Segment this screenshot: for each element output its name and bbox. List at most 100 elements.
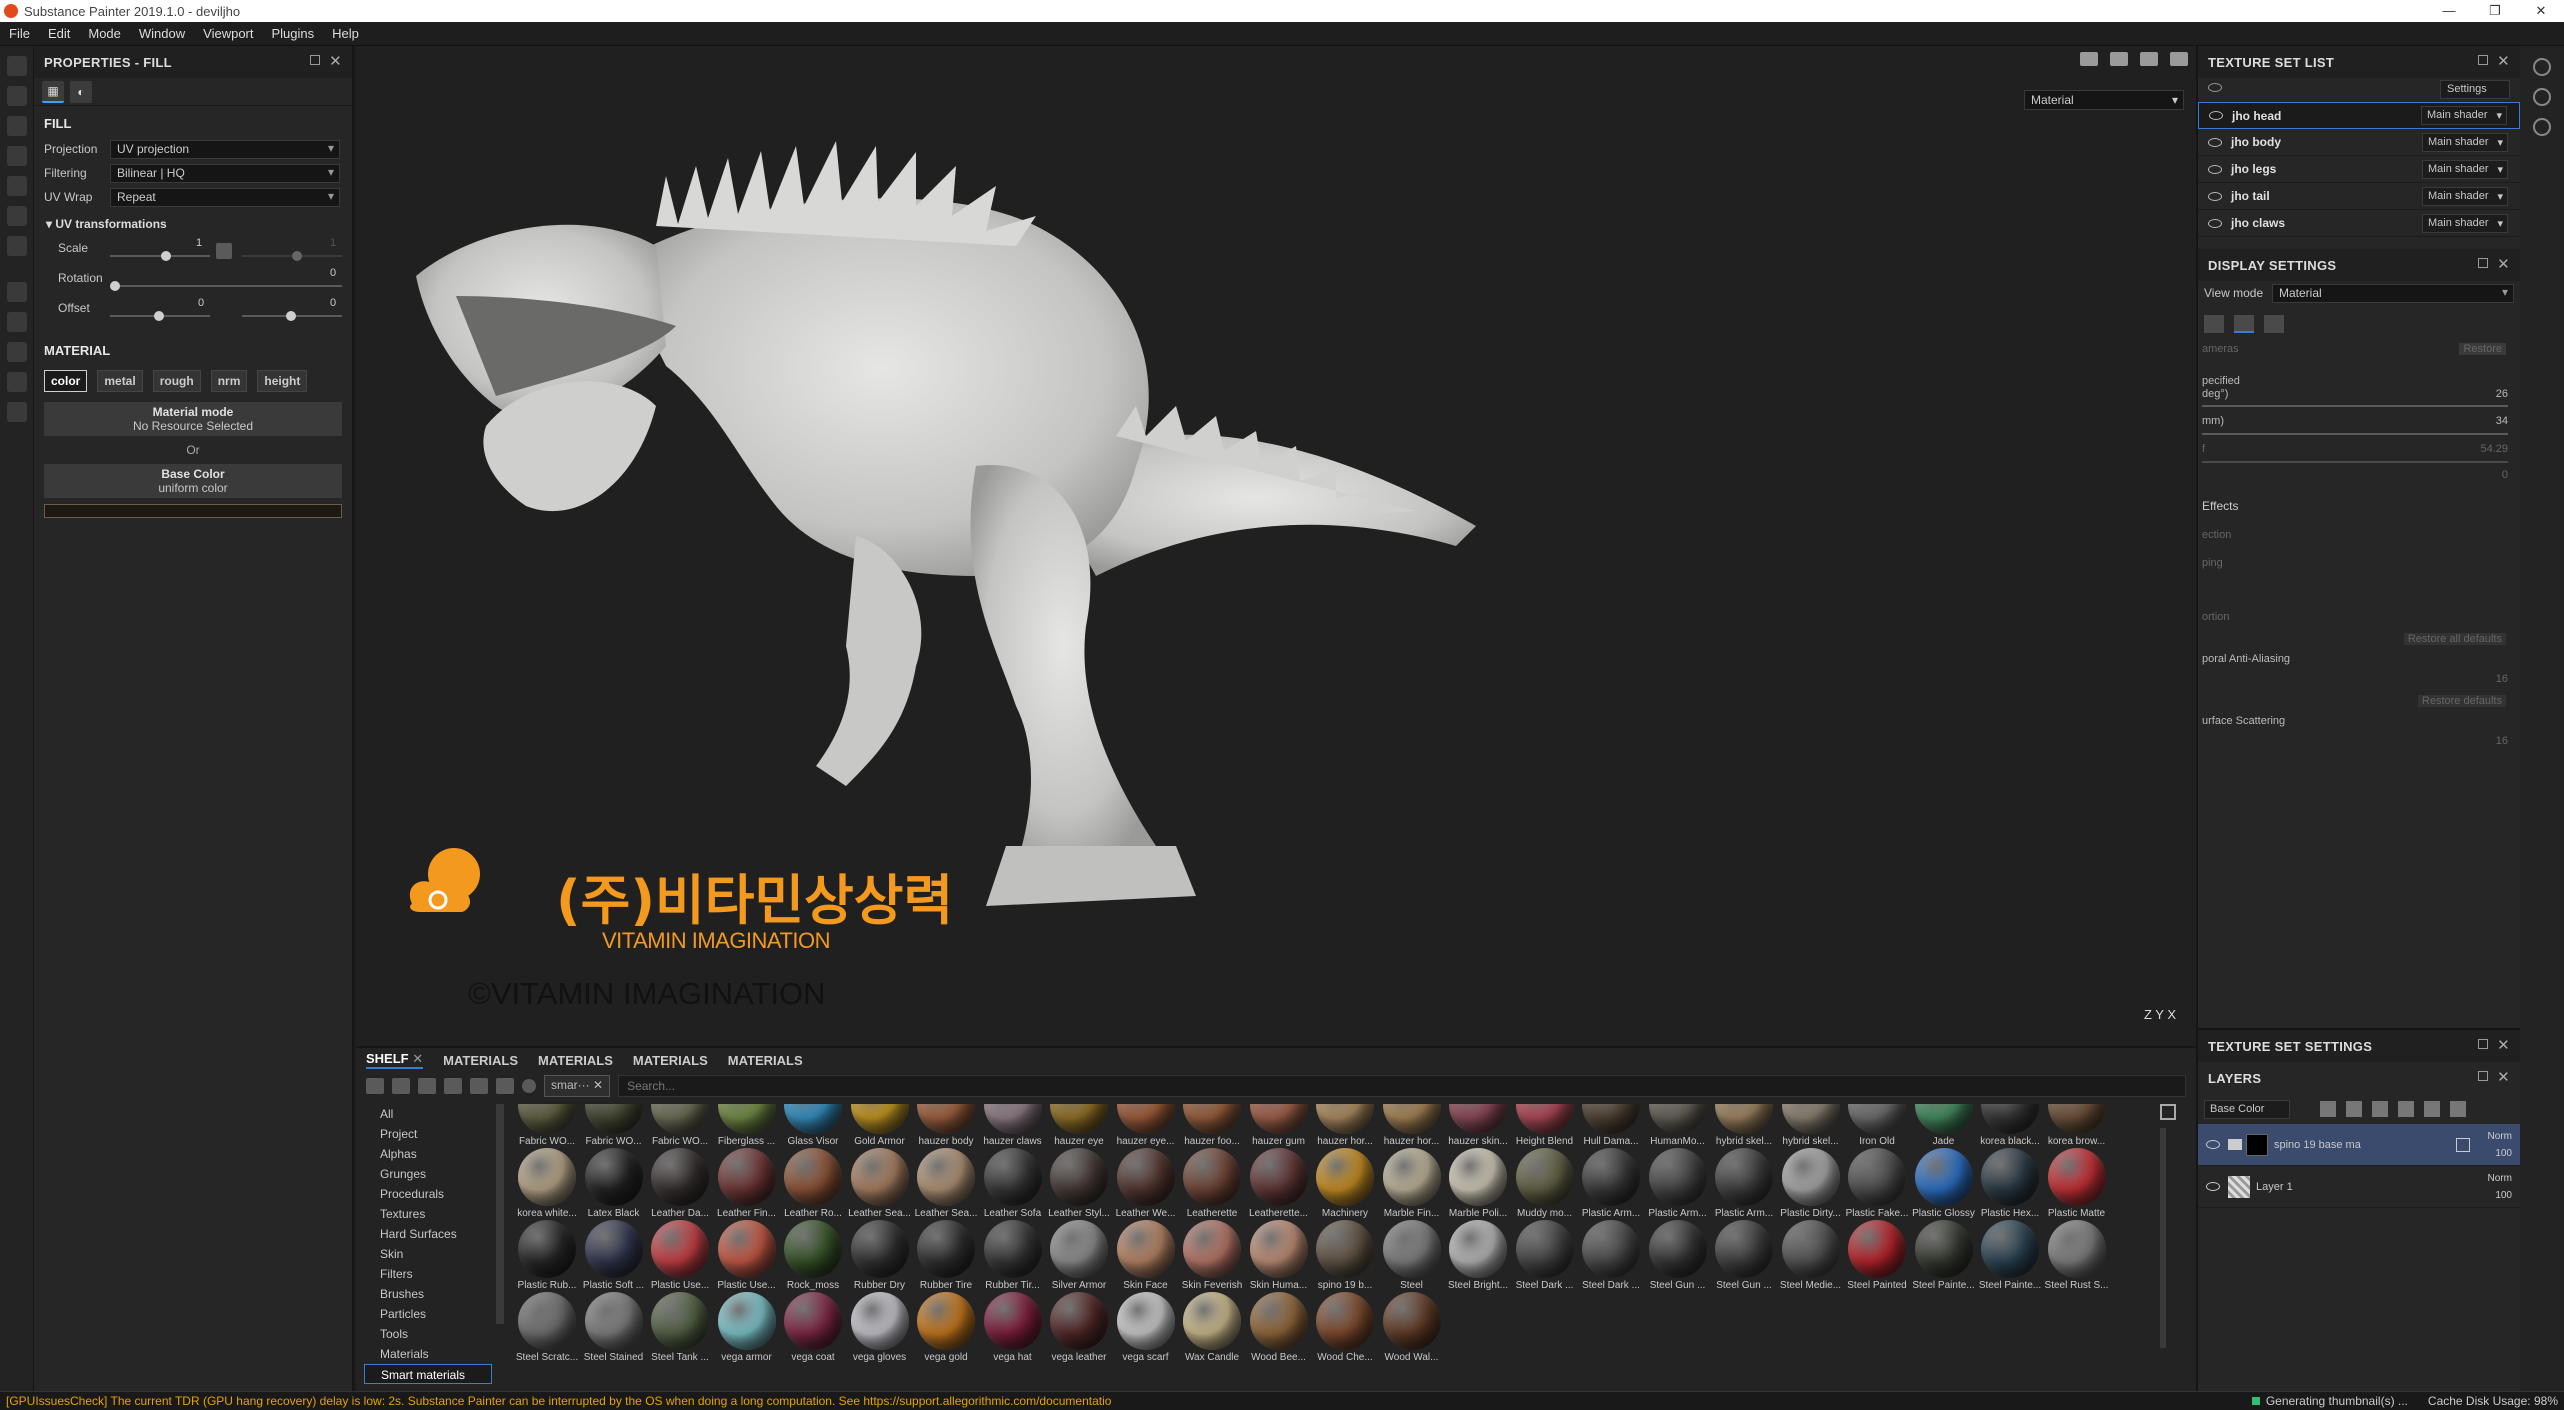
menu-mode[interactable]: Mode bbox=[79, 26, 130, 41]
view-mode-select[interactable]: Material bbox=[2272, 283, 2514, 303]
shelf-category-item[interactable]: Grunges bbox=[364, 1164, 492, 1184]
material-thumbnail[interactable]: Steel Gun ... bbox=[1645, 1220, 1711, 1291]
close-icon[interactable]: ✕ bbox=[412, 1051, 423, 1066]
export-icon[interactable] bbox=[7, 372, 27, 392]
shader-select[interactable]: Main shader bbox=[2422, 159, 2508, 179]
restore-all-defaults-button[interactable]: Restore all defaults bbox=[2403, 633, 2506, 645]
color-picker-icon[interactable] bbox=[7, 236, 27, 256]
smudge-icon[interactable] bbox=[7, 176, 27, 196]
material-thumbnail[interactable]: Leather We... bbox=[1113, 1148, 1179, 1219]
material-thumbnail[interactable]: hauzer body bbox=[913, 1104, 979, 1147]
camera-icon[interactable] bbox=[2140, 52, 2158, 66]
material-thumbnail[interactable]: spino 19 b... bbox=[1312, 1220, 1378, 1291]
filter-icon[interactable] bbox=[496, 1078, 514, 1094]
material-thumbnail[interactable]: Plastic Use... bbox=[714, 1220, 780, 1291]
material-thumbnail[interactable]: Steel Painte... bbox=[1911, 1220, 1977, 1291]
shelf-category-item[interactable]: Brushes bbox=[364, 1284, 492, 1304]
material-thumbnail[interactable]: vega hat bbox=[980, 1292, 1046, 1363]
material-thumbnail[interactable]: hybrid skel... bbox=[1778, 1104, 1844, 1147]
shelf-category-item[interactable]: Tools bbox=[364, 1324, 492, 1344]
material-thumbnail[interactable]: Plastic Use... bbox=[647, 1220, 713, 1291]
material-thumbnail[interactable]: Rubber Tir... bbox=[980, 1220, 1046, 1291]
lock-icon[interactable] bbox=[216, 243, 232, 259]
uvwrap-select[interactable]: Repeat bbox=[110, 187, 340, 207]
material-thumbnail[interactable]: Fabric WO... bbox=[514, 1104, 580, 1147]
import-icon[interactable] bbox=[470, 1078, 488, 1094]
material-thumbnail[interactable]: Marble Fin... bbox=[1379, 1148, 1445, 1219]
settings-gear-icon[interactable] bbox=[7, 402, 27, 422]
restore-defaults-button[interactable]: Restore defaults bbox=[2417, 695, 2506, 707]
material-thumbnail[interactable]: Height Blend bbox=[1512, 1104, 1578, 1147]
close-icon[interactable]: ✕ bbox=[329, 52, 342, 70]
screenshot-icon[interactable] bbox=[2170, 52, 2188, 66]
active-filter-chip[interactable]: smar··· ✕ bbox=[544, 1075, 611, 1097]
material-thumbnail[interactable]: Plastic Arm... bbox=[1645, 1148, 1711, 1219]
undock-icon[interactable] bbox=[2478, 1071, 2488, 1081]
base-color-slot[interactable]: Base Color uniform color bbox=[44, 464, 342, 498]
rotation-value[interactable]: 0 bbox=[330, 267, 336, 279]
material-thumbnail[interactable]: Iron Old bbox=[1844, 1104, 1910, 1147]
settings-button[interactable]: Settings bbox=[2440, 80, 2510, 99]
shelf-category-item[interactable]: Particles bbox=[364, 1304, 492, 1324]
material-thumbnail[interactable]: Plastic Arm... bbox=[1711, 1148, 1777, 1219]
eye-icon[interactable] bbox=[2208, 191, 2222, 201]
material-thumbnail[interactable]: korea black... bbox=[1977, 1104, 2043, 1147]
offset-value-u[interactable]: 0 bbox=[198, 297, 204, 309]
shelf-category-item[interactable]: Hard Surfaces bbox=[364, 1224, 492, 1244]
material-thumbnail[interactable]: vega gold bbox=[913, 1292, 979, 1363]
material-thumbnail[interactable]: Machinery bbox=[1312, 1148, 1378, 1219]
shelf-category-item[interactable]: Procedurals bbox=[364, 1184, 492, 1204]
undock-icon[interactable] bbox=[310, 55, 320, 65]
offset-value-v[interactable]: 0 bbox=[330, 297, 336, 309]
texture-set-row[interactable]: jho claws Main shader bbox=[2198, 210, 2520, 237]
material-thumbnail[interactable]: Skin Face bbox=[1113, 1220, 1179, 1291]
layer-opacity[interactable]: 100 bbox=[2488, 1187, 2512, 1204]
material-thumbnail[interactable]: Rubber Dry bbox=[847, 1220, 913, 1291]
viewport[interactable]: Material (주)비타민상상력 VITAMIN IMAGINATION ©… bbox=[356, 46, 2196, 1046]
material-thumbnail[interactable]: Rock_moss bbox=[780, 1220, 846, 1291]
material-thumbnail[interactable]: Leatherette bbox=[1179, 1148, 1245, 1219]
material-thumbnail[interactable]: hauzer claws bbox=[980, 1104, 1046, 1147]
close-icon[interactable]: ✕ bbox=[2497, 255, 2510, 273]
material-thumbnail[interactable]: Silver Armor bbox=[1046, 1220, 1112, 1291]
duplicate-icon[interactable] bbox=[2456, 1138, 2470, 1152]
tab-shelf[interactable]: SHELF ✕ bbox=[366, 1051, 424, 1069]
polygon-fill-icon[interactable] bbox=[7, 146, 27, 166]
material-thumbnail[interactable]: Steel Dark ... bbox=[1512, 1220, 1578, 1291]
material-thumbnail[interactable]: Rubber Tire bbox=[913, 1220, 979, 1291]
material-thumbnail[interactable]: hauzer skin... bbox=[1445, 1104, 1511, 1147]
material-thumbnail[interactable]: Wood Wal... bbox=[1379, 1292, 1445, 1363]
material-thumbnail[interactable]: vega gloves bbox=[847, 1292, 913, 1363]
projection-select[interactable]: UV projection bbox=[110, 139, 340, 159]
log-icon[interactable] bbox=[2533, 118, 2551, 136]
material-thumbnail[interactable]: Plastic Dirty... bbox=[1778, 1148, 1844, 1219]
material-thumbnail[interactable]: Fiberglass ... bbox=[714, 1104, 780, 1147]
eye-icon[interactable] bbox=[2208, 164, 2222, 174]
layer-blend-mode[interactable]: Norm bbox=[2488, 1128, 2512, 1145]
material-thumbnail[interactable]: Fabric WO... bbox=[581, 1104, 647, 1147]
shelf-category-item[interactable]: Alphas bbox=[364, 1144, 492, 1164]
menu-plugins[interactable]: Plugins bbox=[262, 26, 323, 41]
layer-channel-select[interactable]: Base Color bbox=[2204, 1099, 2290, 1119]
texture-set-row[interactable]: jho body Main shader bbox=[2198, 129, 2520, 156]
scale-value[interactable]: 1 bbox=[196, 237, 202, 249]
shelf-category-item[interactable]: Smart materials bbox=[364, 1364, 492, 1384]
material-thumbnail[interactable]: vega armor bbox=[714, 1292, 780, 1363]
add-fill-layer-icon[interactable] bbox=[2372, 1101, 2388, 1117]
menu-edit[interactable]: Edit bbox=[39, 26, 79, 41]
delete-layer-icon[interactable] bbox=[2450, 1101, 2466, 1117]
material-thumbnail[interactable]: Skin Feverish bbox=[1179, 1220, 1245, 1291]
scale-track[interactable] bbox=[110, 255, 210, 257]
layer-row[interactable]: Layer 1 Norm 100 bbox=[2198, 1166, 2520, 1208]
viewer-settings-icon[interactable] bbox=[2264, 315, 2284, 333]
material-thumbnail[interactable]: Gold Armor bbox=[847, 1104, 913, 1147]
material-thumbnail[interactable]: Hull Dama... bbox=[1578, 1104, 1644, 1147]
channel-color-button[interactable]: color bbox=[44, 370, 88, 392]
shader-select[interactable]: Main shader bbox=[2422, 186, 2508, 206]
material-thumbnail[interactable]: korea brow... bbox=[2044, 1104, 2110, 1147]
offset-u-handle[interactable] bbox=[154, 311, 164, 321]
add-effect-icon[interactable] bbox=[2320, 1101, 2336, 1117]
material-thumbnail[interactable]: hauzer hor... bbox=[1379, 1104, 1445, 1147]
material-thumbnail[interactable]: Plastic Soft ... bbox=[581, 1220, 647, 1291]
material-thumbnail[interactable]: hauzer eye bbox=[1046, 1104, 1112, 1147]
